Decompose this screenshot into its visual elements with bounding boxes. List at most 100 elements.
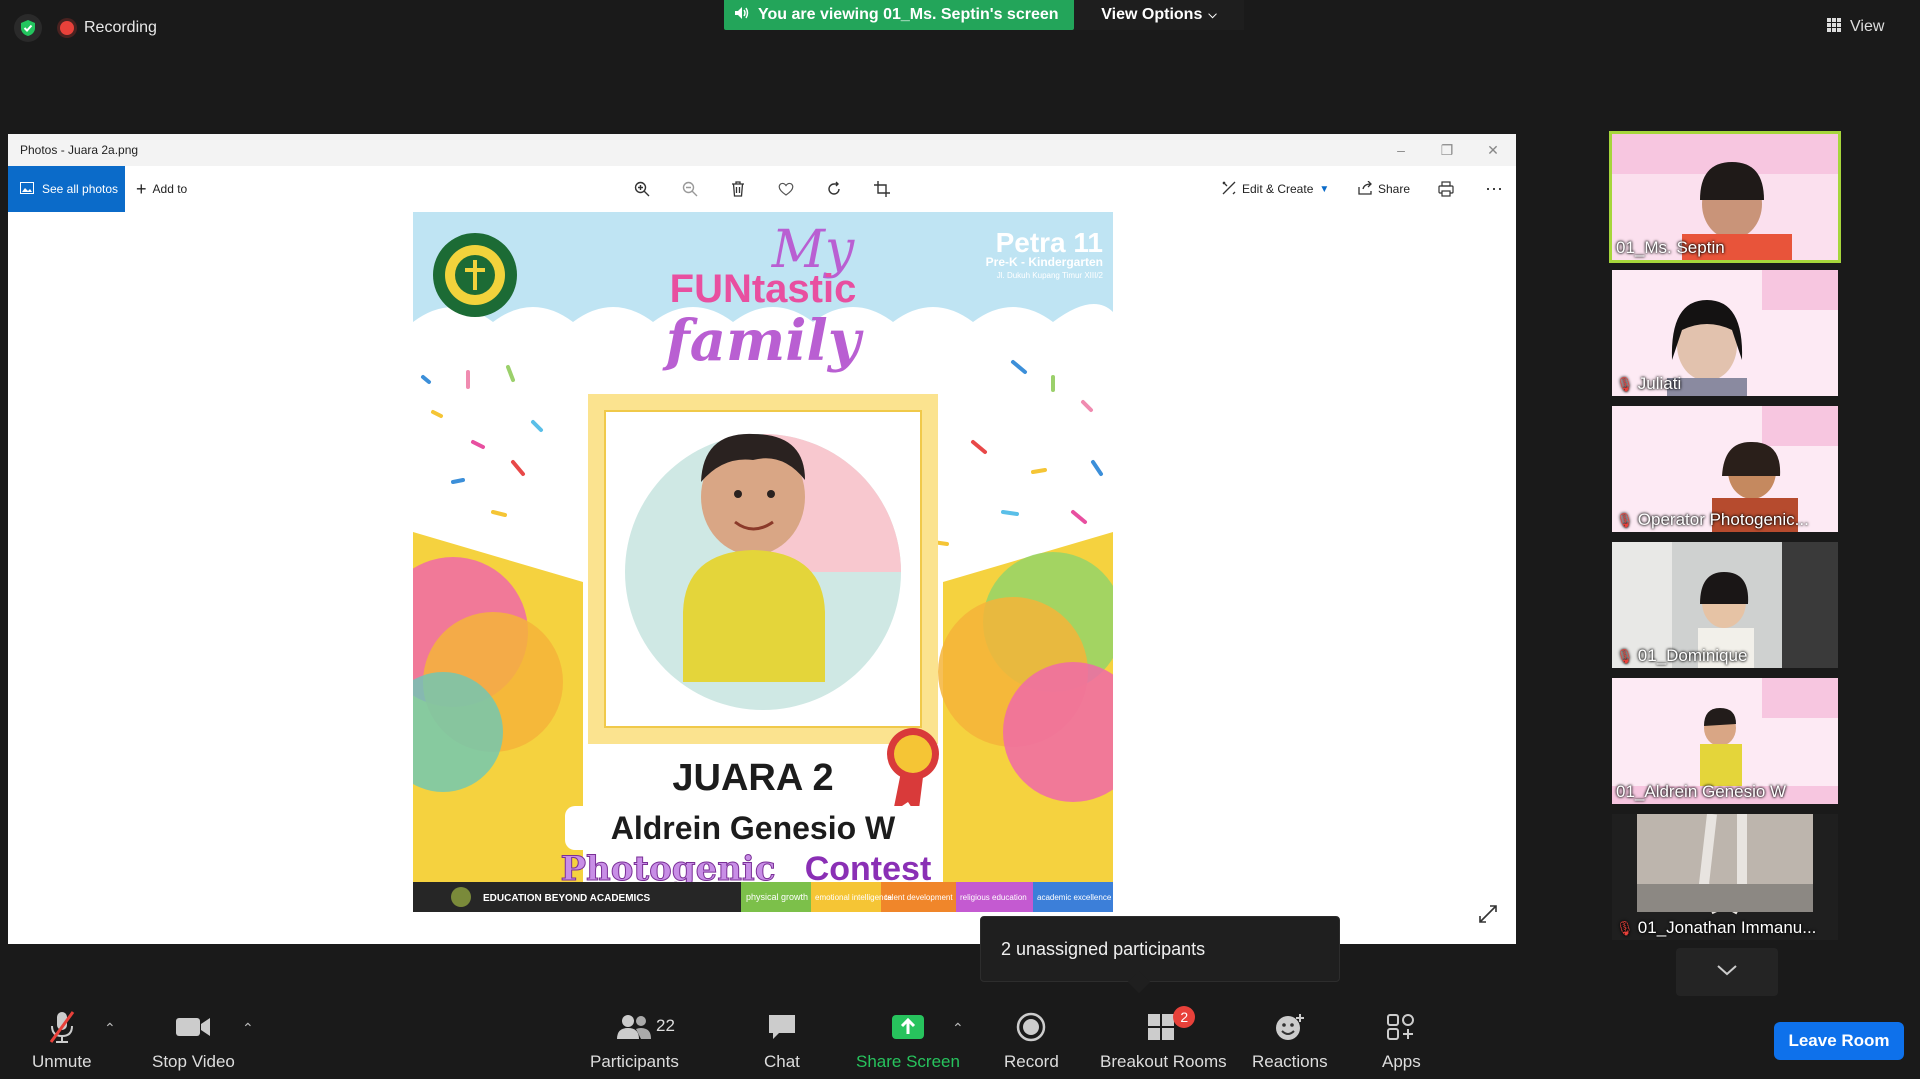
poster-brand-address: Jl. Dukuh Kupang Timur XIII/2 bbox=[997, 271, 1104, 280]
participant-name: 🎙︎ 01_Dominique bbox=[1616, 646, 1748, 665]
zoom-in-icon[interactable] bbox=[630, 177, 654, 201]
poster-image: Petra 11 Pre-K - Kindergarten Jl. Dukuh … bbox=[413, 212, 1113, 912]
crop-icon[interactable] bbox=[870, 177, 894, 201]
participant-tile[interactable]: 🎙︎ Juliati bbox=[1612, 270, 1838, 396]
reactions-button[interactable]: Reactions bbox=[1252, 1010, 1328, 1072]
minimize-icon[interactable]: – bbox=[1378, 134, 1424, 166]
more-options-icon[interactable]: ⋯ bbox=[1482, 177, 1506, 201]
record-button[interactable]: Record bbox=[1004, 1010, 1059, 1072]
view-layout-button[interactable]: View bbox=[1826, 12, 1884, 42]
participant-name: 🎙︎ 01_Jonathan Immanu... bbox=[1616, 918, 1817, 937]
chat-button[interactable]: Chat bbox=[764, 1010, 800, 1072]
participant-tile[interactable]: 🎙︎ 01_Jonathan Immanu... bbox=[1612, 814, 1838, 940]
apps-icon bbox=[1386, 1010, 1416, 1044]
poster-footer-item-4: religious education bbox=[960, 893, 1027, 902]
video-camera-icon bbox=[175, 1010, 211, 1044]
add-to-label: Add to bbox=[152, 182, 188, 196]
photos-icon bbox=[20, 181, 34, 197]
speaker-icon bbox=[734, 6, 750, 25]
stop-video-button[interactable]: Stop Video bbox=[152, 1010, 235, 1072]
unmute-button[interactable]: Unmute bbox=[32, 1010, 92, 1072]
viewing-screen-banner: You are viewing 01_Ms. Septin's screen bbox=[724, 0, 1074, 30]
photos-toolbar: See all photos + Add to Edit & Create ▼ … bbox=[8, 166, 1516, 212]
share-label: Share bbox=[1378, 182, 1411, 196]
chevron-down-icon: ⌵ bbox=[1208, 8, 1217, 21]
breakout-label: Breakout Rooms bbox=[1100, 1052, 1227, 1071]
share-icon bbox=[1358, 180, 1372, 198]
muted-mic-icon: 🎙︎ bbox=[1616, 647, 1634, 664]
leave-room-button[interactable]: Leave Room bbox=[1774, 1022, 1904, 1060]
smiley-plus-icon bbox=[1274, 1010, 1306, 1044]
rotate-icon[interactable] bbox=[822, 177, 846, 201]
gallery-scroll-down-button[interactable] bbox=[1676, 948, 1778, 996]
viewing-label: You are viewing 01_Ms. Septin's screen bbox=[758, 6, 1059, 23]
chevron-down-icon bbox=[1716, 963, 1738, 981]
breakout-rooms-button[interactable]: 2 Breakout Rooms bbox=[1100, 1006, 1227, 1072]
print-icon[interactable] bbox=[1434, 177, 1458, 201]
unmute-label: Unmute bbox=[32, 1052, 92, 1071]
expand-icon[interactable] bbox=[1478, 904, 1504, 930]
participant-name: 🎙︎ Operator Photogenic... bbox=[1616, 510, 1809, 529]
chat-label: Chat bbox=[764, 1052, 800, 1071]
chevron-down-icon: ▼ bbox=[1319, 183, 1330, 195]
unassigned-participants-tooltip: 2 unassigned participants bbox=[980, 916, 1340, 982]
see-all-photos-button[interactable]: See all photos bbox=[8, 166, 125, 212]
shared-photos-window: Photos - Juara 2a.png – ❐ ✕ See all phot… bbox=[8, 134, 1516, 944]
recording-indicator[interactable]: Recording bbox=[60, 14, 157, 42]
poster-footer-left: EDUCATION BEYOND ACADEMICS bbox=[483, 893, 651, 904]
restore-icon[interactable]: ❐ bbox=[1424, 134, 1470, 166]
breakout-badge: 2 bbox=[1173, 1006, 1196, 1028]
video-options-caret-icon[interactable]: ⌃ bbox=[242, 1020, 254, 1037]
recording-dot-icon bbox=[60, 21, 74, 35]
grid-icon bbox=[1826, 17, 1842, 38]
muted-microphone-icon bbox=[47, 1010, 77, 1044]
edit-create-button[interactable]: Edit & Create ▼ bbox=[1222, 166, 1329, 212]
participants-label: Participants bbox=[590, 1052, 679, 1071]
share-button[interactable]: Share bbox=[1358, 166, 1410, 212]
poster-brand: Petra 11 bbox=[996, 227, 1103, 258]
record-icon bbox=[1016, 1010, 1046, 1044]
apps-button[interactable]: Apps bbox=[1382, 1010, 1421, 1072]
poster-footer-item-5: academic excellence bbox=[1037, 893, 1112, 902]
participant-tile[interactable]: 🎙︎ 01_Dominique bbox=[1612, 542, 1838, 668]
security-shield-icon[interactable] bbox=[14, 14, 42, 42]
chat-bubble-icon bbox=[767, 1010, 797, 1044]
participant-tile[interactable]: 01_Ms. Septin bbox=[1609, 131, 1841, 263]
delete-icon[interactable] bbox=[726, 177, 750, 201]
record-label: Record bbox=[1004, 1052, 1059, 1071]
plus-icon: + bbox=[136, 178, 147, 199]
zoom-out-icon[interactable] bbox=[678, 177, 702, 201]
audio-options-caret-icon[interactable]: ⌃ bbox=[104, 1020, 116, 1037]
breakout-rooms-icon: 2 bbox=[1147, 1006, 1196, 1044]
view-label: View bbox=[1850, 18, 1885, 35]
edit-create-label: Edit & Create bbox=[1242, 182, 1314, 196]
poster-name: Aldrein Genesio W bbox=[611, 810, 896, 846]
muted-mic-icon: 🎙︎ bbox=[1616, 511, 1634, 528]
poster-title-family: family bbox=[662, 308, 864, 374]
participant-tile[interactable]: 🎙︎ Operator Photogenic... bbox=[1612, 406, 1838, 532]
add-to-button[interactable]: + Add to bbox=[136, 166, 187, 212]
edit-create-icon bbox=[1222, 181, 1236, 198]
share-options-caret-icon[interactable]: ⌃ bbox=[952, 1020, 964, 1037]
view-options-label: View Options bbox=[1101, 6, 1203, 23]
share-screen-icon bbox=[891, 1010, 925, 1044]
reactions-label: Reactions bbox=[1252, 1052, 1328, 1071]
poster-brand-sub: Pre-K - Kindergarten bbox=[986, 255, 1103, 269]
participant-name: 01_Ms. Septin bbox=[1616, 238, 1725, 257]
muted-mic-icon: 🎙︎ bbox=[1616, 375, 1634, 392]
window-title: Photos - Juara 2a.png bbox=[20, 143, 139, 157]
share-screen-label: Share Screen bbox=[856, 1052, 960, 1071]
tooltip-text: 2 unassigned participants bbox=[1001, 938, 1206, 959]
poster-footer-item-2: emotional intelligence bbox=[815, 893, 892, 902]
participant-tile[interactable]: 01_Aldrein Genesio W bbox=[1612, 678, 1838, 804]
poster-footer-item-3: talent development bbox=[885, 893, 953, 902]
leave-label: Leave Room bbox=[1788, 1031, 1890, 1050]
poster-juara: JUARA 2 bbox=[672, 757, 833, 799]
view-options-button[interactable]: View Options ⌵ bbox=[1074, 0, 1244, 30]
participant-name: 🎙︎ Juliati bbox=[1616, 374, 1682, 393]
participants-icon bbox=[616, 1010, 652, 1044]
favorite-heart-icon[interactable] bbox=[774, 177, 798, 201]
photos-title-bar: Photos - Juara 2a.png – ❐ ✕ bbox=[8, 134, 1516, 166]
share-screen-button[interactable]: Share Screen bbox=[856, 1010, 960, 1072]
close-icon[interactable]: ✕ bbox=[1470, 134, 1516, 166]
